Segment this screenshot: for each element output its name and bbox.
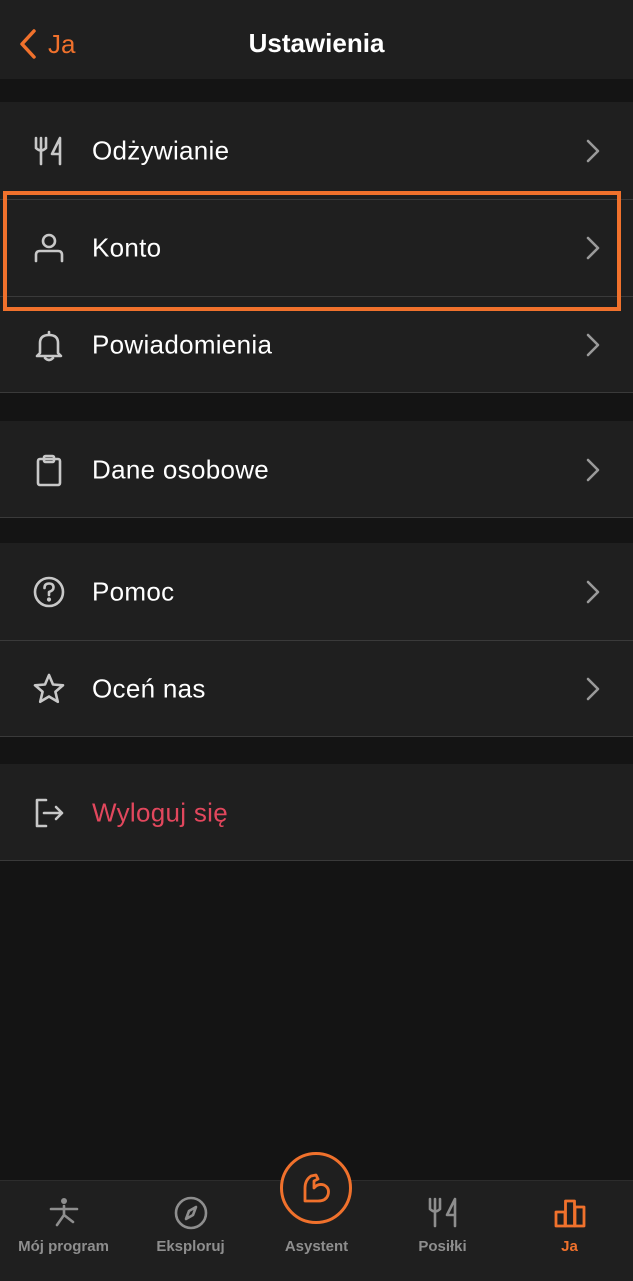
settings-item-personal-data[interactable]: Dane osobowe <box>0 421 633 518</box>
bell-icon <box>32 328 66 362</box>
settings-item-account[interactable]: Konto <box>0 199 633 296</box>
tab-my-program[interactable]: Mój program <box>0 1181 127 1281</box>
bar-chart-icon <box>552 1195 588 1231</box>
chevron-right-icon <box>586 236 600 259</box>
settings-item-label: Pomoc <box>92 576 175 606</box>
fork-knife-icon <box>425 1195 461 1231</box>
flexed-arm-icon <box>303 1173 330 1203</box>
settings-item-help[interactable]: Pomoc <box>0 543 633 640</box>
tab-label: Eksploruj <box>156 1238 225 1255</box>
page-title: Ustawienia <box>248 28 385 58</box>
settings-item-label: Dane osobowe <box>92 454 270 484</box>
nav-header: Ja Ustawienia <box>0 0 633 79</box>
logout-icon <box>32 796 66 830</box>
tab-explore[interactable]: Eksploruj <box>127 1181 254 1281</box>
chevron-right-icon <box>586 139 600 162</box>
settings-group-support: Pomoc Oceń nas <box>0 543 633 737</box>
tab-label: Posiłki <box>418 1238 467 1255</box>
fork-knife-icon <box>32 134 66 168</box>
settings-item-label: Odżywianie <box>92 135 230 165</box>
settings-item-rate-us[interactable]: Oceń nas <box>0 640 633 737</box>
star-icon <box>32 672 66 706</box>
settings-group-main: Odżywianie Konto Powiadomienia <box>0 102 633 393</box>
settings-item-label: Konto <box>92 232 162 262</box>
tab-label: Ja <box>561 1238 578 1255</box>
chevron-right-icon <box>586 580 600 603</box>
logout-button[interactable]: Wyloguj się <box>0 764 633 861</box>
question-circle-icon <box>32 575 66 609</box>
settings-group-personal: Dane osobowe <box>0 421 633 518</box>
tab-meals[interactable]: Posiłki <box>379 1181 506 1281</box>
settings-item-notifications[interactable]: Powiadomienia <box>0 296 633 393</box>
settings-item-nutrition[interactable]: Odżywianie <box>0 102 633 199</box>
logout-label: Wyloguj się <box>92 797 229 827</box>
tab-me[interactable]: Ja <box>506 1181 633 1281</box>
yoga-pose-icon <box>46 1195 82 1231</box>
compass-icon <box>173 1195 209 1231</box>
person-icon <box>32 231 66 265</box>
chevron-right-icon <box>586 677 600 700</box>
tab-label: Asystent <box>284 1238 349 1255</box>
clipboard-icon <box>32 453 66 487</box>
assistant-button[interactable] <box>280 1152 352 1224</box>
chevron-right-icon <box>586 333 600 356</box>
settings-item-label: Powiadomienia <box>92 329 273 359</box>
settings-group-logout: Wyloguj się <box>0 764 633 861</box>
tab-label: Mój program <box>18 1238 109 1255</box>
settings-item-label: Oceń nas <box>92 673 206 703</box>
chevron-right-icon <box>586 458 600 481</box>
